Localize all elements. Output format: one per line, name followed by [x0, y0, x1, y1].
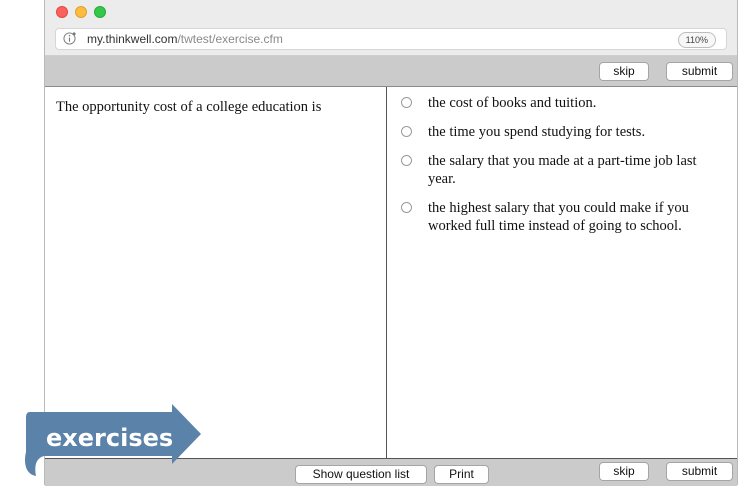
address-bar-area: my.thinkwell.com/twtest/exercise.cfm 110… [45, 22, 737, 56]
radio-button[interactable] [401, 126, 412, 137]
url-domain: my.thinkwell.com [87, 32, 178, 46]
exercise-content: The opportunity cost of a college educat… [45, 87, 737, 458]
answer-choices-pane: the cost of books and tuition. the time … [387, 87, 737, 458]
zoom-indicator[interactable]: 110% [677, 32, 716, 48]
skip-button-bottom[interactable]: skip [599, 462, 649, 481]
radio-button[interactable] [401, 155, 412, 166]
top-toolbar: skip submit [45, 56, 737, 87]
address-bar[interactable]: my.thinkwell.com/twtest/exercise.cfm 110… [55, 28, 727, 50]
answer-choice-text[interactable]: the salary that you made at a part-time … [428, 153, 703, 188]
exercises-label: exercises [46, 424, 173, 452]
site-info-icon[interactable] [63, 32, 76, 45]
exercises-badge: exercises [25, 404, 202, 476]
radio-button[interactable] [401, 97, 412, 108]
answer-choice-text[interactable]: the highest salary that you could make i… [428, 200, 703, 235]
url-text[interactable]: my.thinkwell.com/twtest/exercise.cfm [87, 32, 283, 46]
submit-button-top[interactable]: submit [666, 62, 733, 81]
print-button[interactable]: Print [434, 465, 489, 484]
answer-choice-text[interactable]: the time you spend studying for tests. [428, 124, 703, 142]
question-text: The opportunity cost of a college educat… [56, 99, 322, 115]
question-pane: The opportunity cost of a college educat… [45, 87, 387, 458]
title-bar [45, 0, 737, 22]
answer-choice-text[interactable]: the cost of books and tuition. [428, 95, 703, 113]
minimize-window-button[interactable] [75, 6, 87, 18]
skip-button-top[interactable]: skip [599, 62, 649, 81]
zoom-window-button[interactable] [94, 6, 106, 18]
show-question-list-button[interactable]: Show question list [295, 465, 427, 484]
close-window-button[interactable] [56, 6, 68, 18]
radio-button[interactable] [401, 202, 412, 213]
submit-button-bottom[interactable]: submit [666, 462, 733, 481]
url-path: /twtest/exercise.cfm [177, 32, 283, 46]
